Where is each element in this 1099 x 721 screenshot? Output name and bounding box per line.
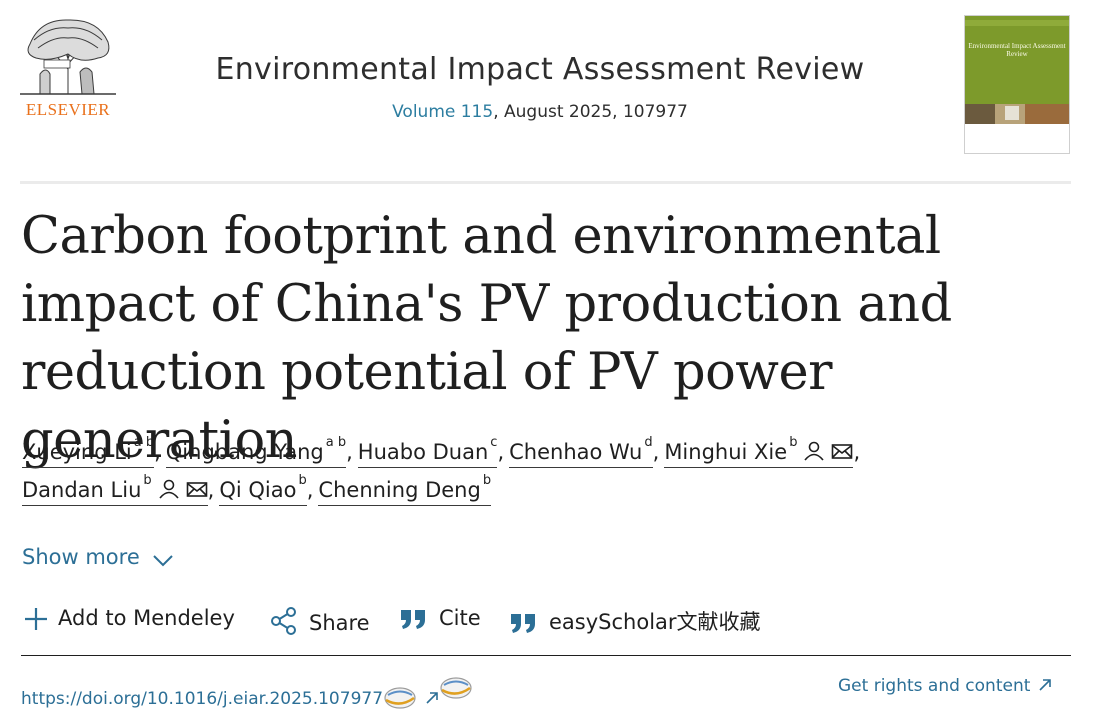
- journal-cover[interactable]: Environmental Impact Assessment Review: [964, 15, 1070, 154]
- author-link[interactable]: Huabo Duan c: [357, 436, 498, 468]
- elsevier-tree-icon: [20, 14, 116, 98]
- author-name: Minghui Xie: [664, 440, 788, 464]
- cite-button[interactable]: Cite: [399, 606, 481, 631]
- rights-label: Get rights and content: [838, 676, 1031, 696]
- quote-icon: [511, 614, 535, 633]
- external-link-icon: [426, 692, 438, 704]
- author-separator: ,: [207, 478, 215, 502]
- show-more-button[interactable]: Show more: [22, 545, 174, 569]
- author-link[interactable]: Chenning Deng b: [318, 474, 492, 506]
- easyscholar-button[interactable]: easyScholar文献收藏: [509, 606, 761, 636]
- author-affiliation: d: [644, 435, 653, 450]
- elsevier-wordmark: ELSEVIER: [25, 100, 111, 119]
- cite-label: Cite: [439, 606, 481, 630]
- author-affiliation: a b: [133, 435, 155, 450]
- author-separator: ,: [154, 440, 161, 464]
- issue-date: , August 2025, 107977: [493, 102, 688, 122]
- doi-badge-icon-2[interactable]: [439, 676, 473, 704]
- rights-link[interactable]: Get rights and content: [838, 676, 1052, 696]
- author-affiliation: a b: [325, 435, 347, 450]
- email-icon: [186, 482, 207, 497]
- share-label: Share: [309, 611, 370, 635]
- author-name: Xueying Li: [22, 440, 132, 464]
- author-separator: ,: [346, 440, 353, 464]
- email-icon: [832, 444, 853, 459]
- author-link[interactable]: Xueying Li a b: [22, 436, 155, 468]
- person-icon: [159, 479, 179, 499]
- author-separator: ,: [306, 478, 314, 502]
- author-separator: ,: [652, 440, 660, 464]
- header-divider: [20, 181, 1071, 184]
- person-icon: [804, 441, 825, 461]
- author-list-line-2: Dandan Liu b, Qi Qiao b, Chenning Deng b: [22, 474, 492, 506]
- author-separator: ,: [497, 440, 505, 464]
- author-affiliation: b: [789, 435, 798, 450]
- issue-info: Volume 115, August 2025, 107977: [120, 102, 960, 122]
- volume-link[interactable]: Volume 115: [392, 102, 493, 122]
- author-affiliation: b: [298, 473, 307, 488]
- author-list-line-1: Xueying Li a b, Qingbang Yang a b, Huabo Dua…: [22, 436, 861, 468]
- share-icon: [271, 607, 296, 635]
- author-affiliation: c: [490, 435, 498, 450]
- add-to-mendeley-button[interactable]: Add to Mendeley: [24, 606, 235, 631]
- show-more-label: Show more: [22, 545, 140, 569]
- doi-badge-icon[interactable]: [383, 686, 417, 710]
- author-separator: ,: [853, 440, 861, 464]
- author-name: Qingbang Yang: [165, 440, 324, 464]
- journal-title[interactable]: Environmental Impact Assessment Review: [120, 52, 960, 87]
- doi-row: https://doi.org/10.1016/j.eiar.2025.1079…: [21, 676, 473, 710]
- article-title: Carbon footprint and environmental impac…: [21, 207, 952, 470]
- external-link-icon: [1039, 679, 1052, 691]
- actions-divider: [21, 655, 1071, 656]
- author-name: Dandan Liu: [22, 478, 142, 502]
- author-link[interactable]: Minghui Xie b: [664, 436, 854, 468]
- cover-title: Environmental Impact Assessment Review: [968, 42, 1066, 58]
- easyscholar-label: easyScholar文献收藏: [549, 610, 761, 634]
- author-name: Chenning Deng: [318, 478, 481, 502]
- cover-image: [965, 16, 1069, 153]
- chevron-down-icon: [153, 555, 173, 567]
- share-button[interactable]: Share: [269, 606, 370, 636]
- author-link[interactable]: Dandan Liu b: [22, 474, 208, 506]
- elsevier-logo[interactable]: ELSEVIER: [20, 14, 116, 120]
- author-name: Huabo Duan: [357, 440, 489, 464]
- quote-icon: [401, 610, 425, 629]
- author-link[interactable]: Qingbang Yang a b: [165, 436, 347, 468]
- author-link[interactable]: Chenhao Wu d: [509, 436, 653, 468]
- doi-link[interactable]: https://doi.org/10.1016/j.eiar.2025.1079…: [21, 689, 383, 709]
- author-affiliation: b: [482, 473, 492, 488]
- mendeley-label: Add to Mendeley: [58, 606, 235, 630]
- author-affiliation: b: [143, 473, 152, 488]
- plus-icon: [25, 608, 47, 630]
- author-link[interactable]: Qi Qiao b: [219, 474, 307, 506]
- author-name: Chenhao Wu: [509, 440, 643, 464]
- author-name: Qi Qiao: [219, 478, 297, 502]
